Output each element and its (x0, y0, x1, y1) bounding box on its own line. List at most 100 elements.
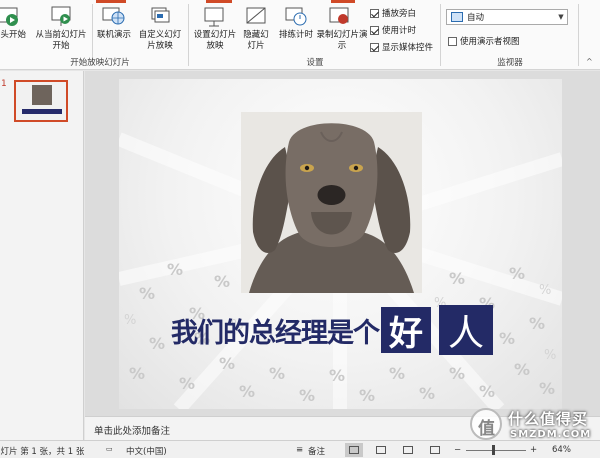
svg-text:%: % (544, 348, 556, 363)
svg-text:%: % (219, 354, 235, 373)
reading-view-button[interactable] (399, 443, 417, 457)
play-narrations-label: 播放旁白 (382, 9, 417, 19)
monitor-icon (451, 12, 463, 22)
svg-text:%: % (389, 364, 405, 383)
presenter-view-label: 使用演示者视图 (460, 37, 520, 47)
checkbox-unchecked-icon (448, 36, 457, 46)
record-icon (328, 6, 352, 28)
play-narrations-checkbox[interactable]: 播放旁白 (370, 7, 416, 19)
watermark-logo-icon (470, 408, 502, 440)
svg-text:%: % (179, 374, 195, 393)
slideshow-view-button[interactable] (426, 443, 444, 457)
headline-highlight-good: 好 (381, 307, 431, 354)
slideshow-view-icon (430, 446, 440, 454)
watermark: 什么值得买 SMZDM.COM (468, 404, 600, 444)
zoom-level[interactable]: 64% (552, 445, 571, 455)
svg-text:%: % (149, 334, 165, 353)
zoom-slider[interactable] (466, 450, 526, 451)
stopwatch-icon (284, 6, 308, 28)
svg-text:%: % (214, 272, 230, 291)
svg-text:%: % (329, 366, 345, 385)
checkbox-checked-icon (370, 8, 379, 18)
svg-text:%: % (359, 386, 375, 405)
from-current-label: 从当前幻灯片开始 (35, 30, 87, 51)
svg-text:%: % (539, 379, 555, 398)
svg-text:%: % (239, 382, 255, 401)
watermark-text: 什么值得买 (508, 410, 589, 428)
hide-slide-label: 隐藏幻灯片 (243, 30, 269, 51)
group-label-start-show: 开始放映幻灯片 (70, 58, 130, 68)
hide-slide-button[interactable]: 隐藏幻灯片 (240, 6, 272, 52)
monitor-select-value: 自动 (467, 13, 485, 23)
svg-text:%: % (129, 364, 145, 383)
slide-thumbnail[interactable] (14, 80, 68, 122)
notes-toggle-button[interactable]: 备注 (308, 445, 325, 457)
headline-highlight-person: 人 (439, 305, 493, 355)
online-present-button[interactable]: 联机演示 (94, 6, 134, 41)
notes-toggle-icon[interactable]: ≡ (296, 445, 303, 455)
thumbnail-dog-image (32, 85, 52, 105)
slide[interactable]: %%% %%% %%% %%% %%% %%% %%% %%% %%% %%% … (119, 79, 562, 409)
checkbox-checked-icon (370, 42, 379, 52)
svg-text:%: % (167, 260, 183, 279)
group-label-setup: 设置 (306, 58, 324, 68)
rehearse-label: 排练计时 (278, 30, 313, 40)
setup-show-button[interactable]: 设置幻灯片放映 (192, 6, 238, 52)
checkbox-checked-icon (370, 25, 379, 35)
monitor-select[interactable]: 自动 ▼ (446, 9, 568, 25)
watermark-domain: SMZDM.COM (510, 429, 592, 440)
play-from-current-icon (49, 6, 73, 28)
zoom-slider-handle[interactable] (492, 445, 495, 455)
svg-text:%: % (124, 313, 136, 328)
spellcheck-icon[interactable]: ▭ (106, 445, 113, 453)
record-show-button[interactable]: 录制幻灯片演示 (316, 6, 368, 52)
dog-photo[interactable] (241, 112, 422, 293)
slide-thumbnail-pane: 1 (0, 71, 84, 440)
normal-view-button[interactable] (345, 443, 363, 457)
use-timings-checkbox[interactable]: 使用计时 (370, 24, 416, 36)
custom-show-icon (148, 6, 172, 28)
zoom-in-icon[interactable]: + (530, 445, 537, 455)
globe-screen-icon (102, 6, 126, 28)
language-status[interactable]: 中文(中国) (126, 445, 167, 457)
hide-slide-icon (244, 6, 268, 28)
setup-show-icon (203, 6, 227, 28)
record-label: 录制幻灯片演示 (316, 30, 368, 51)
svg-text:%: % (539, 283, 551, 298)
from-current-slide-button[interactable]: 从当前幻灯片开始 (32, 6, 90, 52)
chevron-down-icon: ▼ (558, 13, 564, 21)
use-timings-label: 使用计时 (382, 26, 417, 36)
ribbon: 从头开始 从当前幻灯片开始 联机演示 自定义幻灯片放映 设置幻灯片放映 隐 (0, 0, 600, 70)
svg-text:%: % (509, 264, 525, 283)
svg-text:%: % (514, 360, 530, 379)
slide-number: 1 (1, 79, 7, 89)
online-present-label: 联机演示 (96, 30, 131, 40)
svg-text:%: % (529, 314, 545, 333)
svg-text:%: % (499, 329, 515, 348)
slide-count-status: 幻灯片 第 1 张，共 1 张 (0, 447, 85, 457)
group-label-monitor: 监视器 (497, 58, 523, 68)
reading-view-icon (403, 446, 413, 454)
svg-text:%: % (299, 386, 315, 405)
collapse-ribbon-icon[interactable]: ^ (586, 57, 593, 66)
presenter-view-checkbox[interactable]: 使用演示者视图 (448, 35, 520, 47)
svg-text:%: % (449, 269, 465, 288)
show-media-controls-label: 显示媒体控件 (382, 43, 434, 53)
svg-text:%: % (419, 384, 435, 403)
thumbnail-headline (22, 109, 62, 114)
setup-show-label: 设置幻灯片放映 (193, 30, 237, 51)
svg-text:%: % (139, 284, 155, 303)
from-beginning-button[interactable]: 从头开始 (0, 6, 28, 41)
svg-text:%: % (449, 364, 465, 383)
show-media-controls-checkbox[interactable]: 显示媒体控件 (370, 41, 433, 53)
slide-sorter-button[interactable] (372, 443, 390, 457)
zoom-out-icon[interactable]: − (454, 445, 461, 455)
from-beginning-label: 从头开始 (0, 30, 26, 40)
play-from-start-icon (0, 6, 21, 28)
dog-illustration (241, 112, 422, 293)
slide-headline[interactable]: 我们的总经理是个 好 人 (171, 305, 493, 355)
slide-sorter-icon (376, 446, 386, 454)
headline-text: 我们的总经理是个 (171, 317, 380, 349)
custom-show-button[interactable]: 自定义幻灯片放映 (136, 6, 184, 52)
rehearse-timings-button[interactable]: 排练计时 (276, 6, 316, 41)
